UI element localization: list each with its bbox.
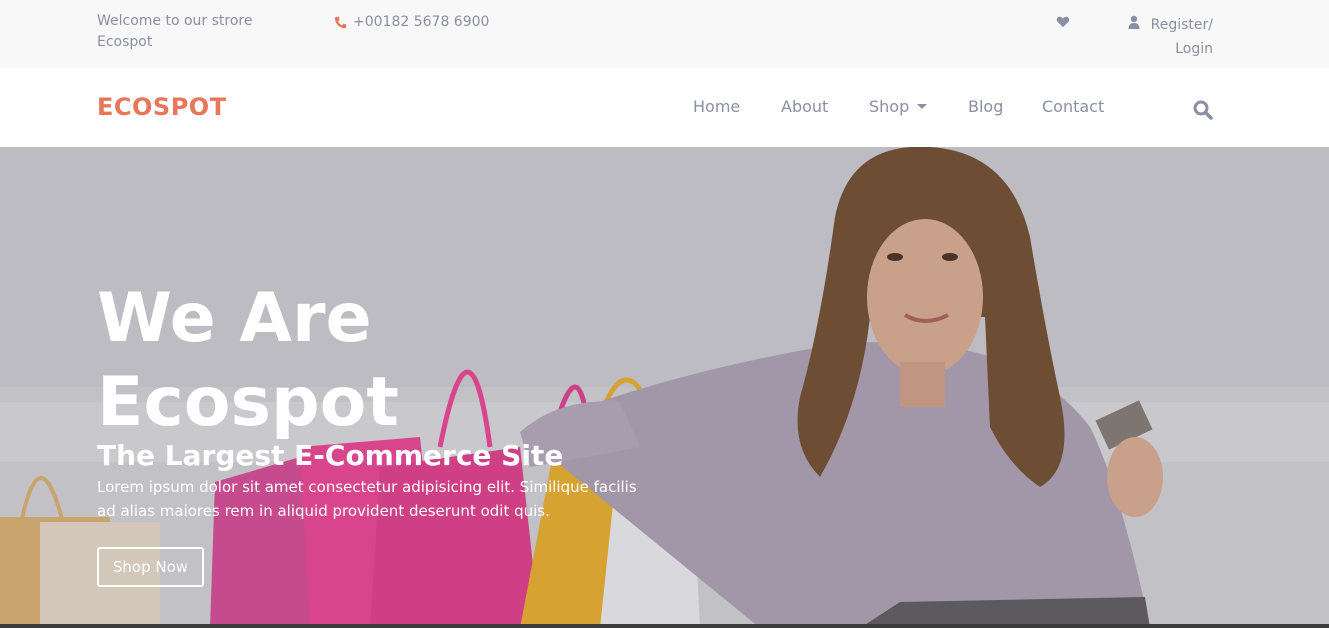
nav-item-shop[interactable]: Shop <box>869 97 928 116</box>
heart-icon[interactable] <box>1056 15 1070 29</box>
login-link[interactable]: Login <box>1175 41 1213 57</box>
nav-item-shop-label: Shop <box>869 97 910 116</box>
chevron-down-icon <box>917 104 928 109</box>
main-navbar: ECOSPOT Home About Shop Blog Contact <box>0 68 1329 147</box>
shop-now-button[interactable]: Shop Now <box>97 547 204 587</box>
hero-title: We Are Ecospot <box>97 277 517 445</box>
hero-description: Lorem ipsum dolor sit amet consectetur a… <box>97 478 637 520</box>
nav-item-about[interactable]: About <box>781 97 828 116</box>
hero-title-line2: Ecospot <box>97 363 399 442</box>
welcome-text: Welcome to our strore Ecospot <box>97 13 253 50</box>
search-icon[interactable] <box>1193 100 1213 120</box>
register-link[interactable]: Register/ <box>1151 17 1213 33</box>
hero-banner: We Are Ecospot The Largest E-Commerce Si… <box>0 147 1329 628</box>
phone-contact[interactable]: +00182 5678 6900 <box>334 14 489 30</box>
nav-item-contact[interactable]: Contact <box>1042 97 1104 116</box>
hero-title-line1: We Are <box>97 279 372 358</box>
nav-item-home[interactable]: Home <box>693 97 740 116</box>
phone-icon <box>334 16 347 28</box>
register-login-link[interactable]: Register/ Login <box>1128 13 1213 61</box>
bottom-divider <box>0 624 1329 628</box>
hero-subtitle: The Largest E-Commerce Site <box>97 439 564 472</box>
phone-number: +00182 5678 6900 <box>353 14 490 30</box>
site-logo[interactable]: ECOSPOT <box>97 93 227 121</box>
top-info-bar: Welcome to our strore Ecospot +00182 567… <box>0 0 1329 68</box>
nav-item-blog[interactable]: Blog <box>968 97 1003 116</box>
